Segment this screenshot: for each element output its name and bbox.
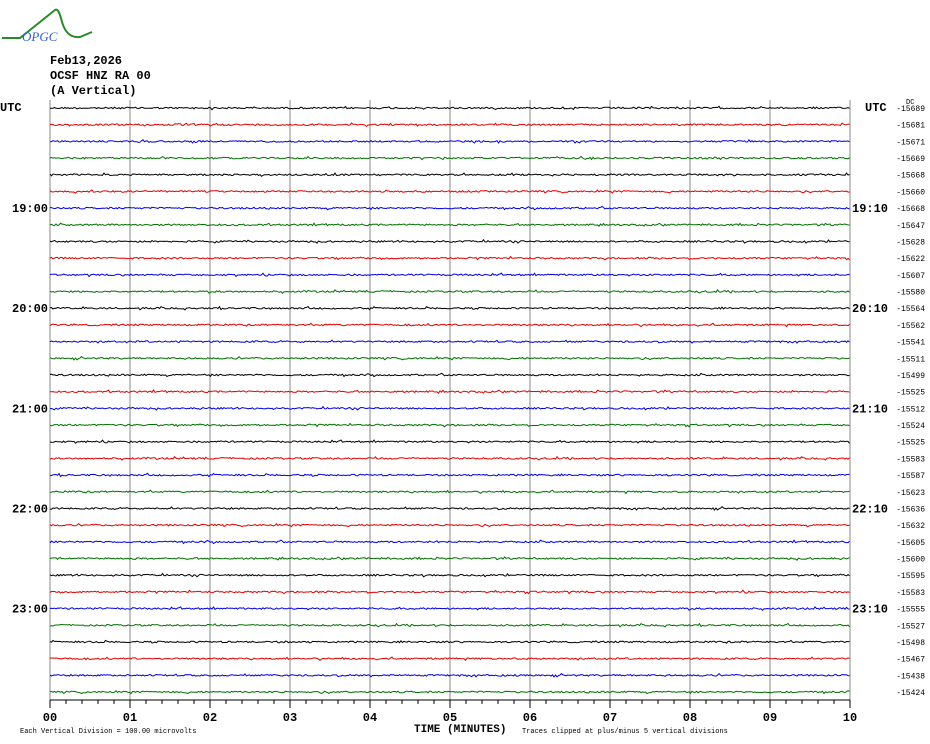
- x-tick-label: 09: [763, 711, 777, 725]
- dc-offset-label: -15583: [896, 589, 925, 598]
- dc-offset-label: -15622: [896, 255, 925, 264]
- footer-left: Each Vertical Division = 100.00 microvol…: [20, 728, 196, 736]
- right-time-label: 23:10: [852, 603, 888, 617]
- left-time-label: 21:00: [12, 402, 48, 416]
- dc-offset-label: -15467: [896, 656, 925, 665]
- dc-offset-label: -15668: [896, 205, 925, 214]
- dc-offset-label: -15564: [896, 305, 925, 314]
- dc-offset-label: -15438: [896, 672, 925, 681]
- dc-offset-label: -15583: [896, 455, 925, 464]
- right-time-label: 19:10: [852, 202, 888, 216]
- dc-offset-label: -15681: [896, 122, 925, 131]
- left-time-label: 22:00: [12, 502, 48, 516]
- dc-offset-label: -15595: [896, 572, 925, 581]
- dc-offset-label: -15512: [896, 405, 925, 414]
- x-tick-label: 00: [43, 711, 57, 725]
- x-tick-label: 08: [683, 711, 697, 725]
- dc-offset-label: -15562: [896, 322, 925, 331]
- dc-offset-label: -15525: [896, 389, 925, 398]
- dc-offset-label: -15668: [896, 172, 925, 181]
- left-time-label: 23:00: [12, 603, 48, 617]
- footer-right: Traces clipped at plus/minus 5 vertical …: [522, 728, 728, 736]
- dc-offset-label: -15647: [896, 222, 925, 231]
- dc-offset-label: -15524: [896, 422, 925, 431]
- dc-offset-label: -15632: [896, 522, 925, 531]
- dc-offset-label: -15587: [896, 472, 925, 481]
- dc-offset-label: -15600: [896, 556, 925, 565]
- dc-offset-label: -15628: [896, 238, 925, 247]
- right-time-label: 20:10: [852, 302, 888, 316]
- dc-offset-label: -15607: [896, 272, 925, 281]
- left-time-label: 19:00: [12, 202, 48, 216]
- left-time-label: 20:00: [12, 302, 48, 316]
- x-tick-label: 06: [523, 711, 537, 725]
- x-tick-label: 03: [283, 711, 297, 725]
- dc-offset-label: -15671: [896, 138, 925, 147]
- right-time-label: 22:10: [852, 502, 888, 516]
- dc-offset-label: -15636: [896, 505, 925, 514]
- x-tick-label: 05: [443, 711, 457, 725]
- dc-offset-label: -15511: [896, 355, 925, 364]
- dc-offset-label: -15660: [896, 188, 925, 197]
- right-time-label: 21:10: [852, 402, 888, 416]
- dc-offset-label: -15669: [896, 155, 925, 164]
- dc-offset-label: -15605: [896, 539, 925, 548]
- right-axis-title: UTC: [865, 101, 887, 115]
- dc-offset-label: -15424: [896, 689, 925, 698]
- helicorder-chart: 00 01 02 03 04 05 06 07 08 09 10-15689-15681-15671…: [0, 99, 925, 736]
- dc-offset-label: -15525: [896, 439, 925, 448]
- x-tick-label: 01: [123, 711, 137, 725]
- dc-offset-label: -15541: [896, 339, 925, 348]
- x-tick-label: 04: [363, 711, 377, 725]
- dc-offset-label: -15527: [896, 622, 925, 631]
- dc-label: DC: [906, 99, 914, 107]
- dc-offset-label: -15623: [896, 489, 925, 498]
- x-tick-label: 10: [843, 711, 857, 725]
- x-tick-label: 07: [603, 711, 617, 725]
- dc-offset-label: -15580: [896, 289, 925, 298]
- dc-offset-label: -15555: [896, 606, 925, 615]
- dc-offset-label: -15498: [896, 639, 925, 648]
- dc-offset-label: -15499: [896, 372, 925, 381]
- left-axis-title: UTC: [0, 101, 22, 115]
- x-axis-title: TIME (MINUTES): [414, 724, 506, 736]
- x-tick-label: 02: [203, 711, 217, 725]
